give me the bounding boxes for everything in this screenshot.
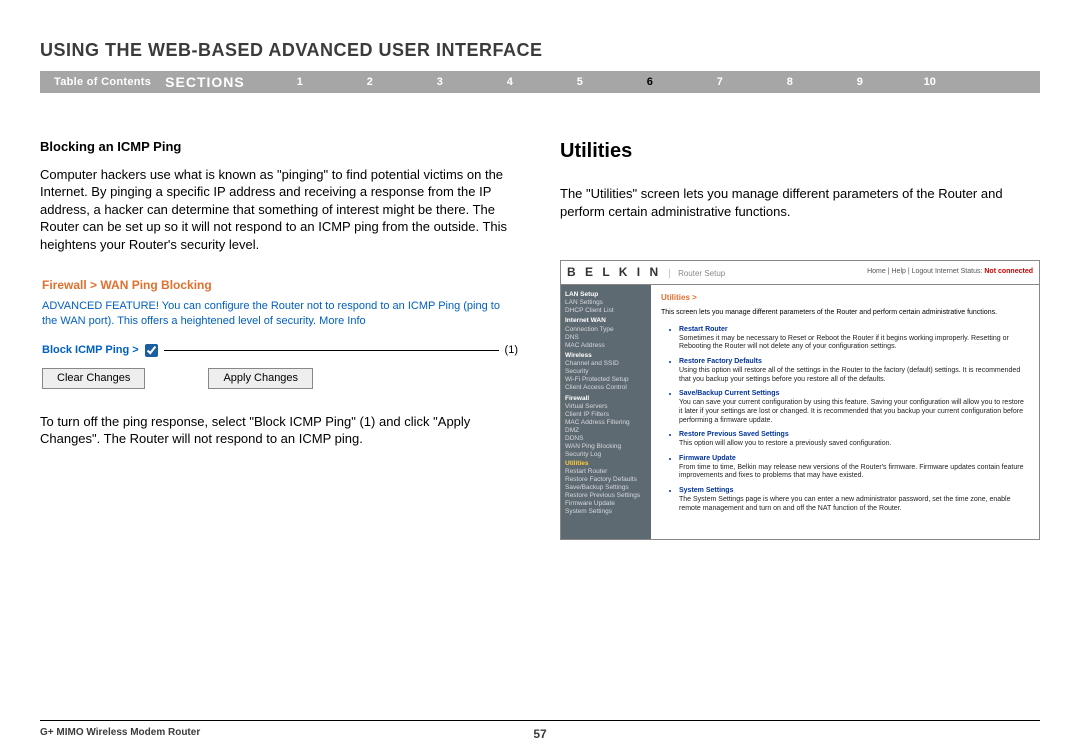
belkin-logo: B E L K I N [567,265,661,279]
page-footer: G+ MIMO Wireless Modem Router 57 [40,720,1040,738]
utility-item-desc: Using this option will restore all of th… [679,367,1029,385]
belkin-top-links[interactable]: Home | Help | Logout Internet Status: No… [867,268,1033,277]
sidebar-item[interactable]: MAC Address Filtering [565,419,647,427]
utility-item-title[interactable]: Restart Router [679,326,1029,335]
sidebar-item[interactable]: Client IP Filters [565,411,647,419]
utility-item-desc: This option will allow you to restore a … [679,440,1029,449]
firewall-breadcrumb: Firewall > WAN Ping Blocking [42,277,518,293]
right-column: Utilities The "Utilities" screen lets yo… [560,138,1040,540]
sidebar-item[interactable]: Firmware Update [565,500,647,508]
sidebar-item[interactable]: LAN Setup [565,291,647,299]
sidebar-item[interactable]: Internet WAN [565,317,647,325]
sidebar-item[interactable]: Restore Previous Settings [565,492,647,500]
sidebar-item[interactable]: DHCP Client List [565,307,647,315]
toc-link[interactable]: Table of Contents [40,76,165,88]
section-6[interactable]: 6 [615,76,685,88]
sidebar-item[interactable]: Restart Router [565,468,647,476]
sections-bar: Table of Contents SECTIONS 1 2 3 4 5 6 7… [40,71,1040,93]
utility-item-desc: Sometimes it may be necessary to Reset o… [679,335,1029,353]
belkin-status: Not connected [984,268,1033,275]
sidebar-item[interactable]: System Settings [565,508,647,516]
sidebar-item[interactable]: WAN Ping Blocking [565,443,647,451]
sidebar-item[interactable]: Client Access Control [565,384,647,392]
belkin-main: Utilities > This screen lets you manage … [651,285,1039,539]
utility-item-desc: You can save your current configuration … [679,399,1029,425]
utilities-heading: Utilities [560,138,1040,165]
annotation-1: (1) [505,343,518,358]
section-4[interactable]: 4 [475,76,545,88]
belkin-intro: This screen lets you manage different pa… [661,309,1029,318]
page-title: USING THE WEB-BASED ADVANCED USER INTERF… [40,40,1040,61]
left-column: Blocking an ICMP Ping Computer hackers u… [40,138,520,540]
utility-item-title[interactable]: Restore Factory Defaults [679,358,1029,367]
sidebar-item[interactable]: DDNS [565,435,647,443]
sidebar-item[interactable]: Channel and SSID [565,360,647,368]
block-icmp-checkbox[interactable] [145,344,158,357]
sidebar-item[interactable]: LAN Settings [565,299,647,307]
belkin-router-setup: Router Setup [669,269,725,278]
sections-label: SECTIONS [165,74,265,90]
utility-item-title[interactable]: Firmware Update [679,455,1029,464]
sidebar-item[interactable]: Wireless [565,352,647,360]
utility-item-title[interactable]: Restore Previous Saved Settings [679,431,1029,440]
section-2[interactable]: 2 [335,76,405,88]
sidebar-item[interactable]: Virtual Servers [565,403,647,411]
sidebar-item[interactable]: Save/Backup Settings [565,484,647,492]
sidebar-item[interactable]: DMZ [565,427,647,435]
utility-item: Firmware UpdateFrom time to time, Belkin… [671,455,1029,481]
firewall-desc: ADVANCED FEATURE! You can configure the … [42,299,518,329]
utility-item-title[interactable]: System Settings [679,487,1029,496]
firewall-box: Firewall > WAN Ping Blocking ADVANCED FE… [40,267,520,399]
section-10[interactable]: 10 [895,76,965,88]
sidebar-item[interactable]: DNS [565,334,647,342]
utility-item-title[interactable]: Save/Backup Current Settings [679,390,1029,399]
sidebar-item[interactable]: Utilities [565,460,647,468]
utility-item: Restart RouterSometimes it may be necess… [671,326,1029,352]
apply-changes-button[interactable]: Apply Changes [208,368,313,389]
annotation-line [164,350,499,351]
utility-item-desc: From time to time, Belkin may release ne… [679,464,1029,482]
left-para-2: To turn off the ping response, select "B… [40,413,520,448]
belkin-breadcrumb: Utilities > [661,293,1029,303]
belkin-sidebar: LAN SetupLAN SettingsDHCP Client List Int… [561,285,651,539]
sidebar-item[interactable]: Restore Factory Defaults [565,476,647,484]
sidebar-item[interactable]: Security [565,368,647,376]
belkin-screenshot: B E L K I N Router Setup Home | Help | L… [560,260,1040,540]
footer-model: G+ MIMO Wireless Modem Router [40,727,200,738]
section-3[interactable]: 3 [405,76,475,88]
utility-item: Restore Factory DefaultsUsing this optio… [671,358,1029,384]
left-heading: Blocking an ICMP Ping [40,138,520,156]
left-para-1: Computer hackers use what is known as "p… [40,166,520,254]
page-number: 57 [533,727,546,741]
utility-item-desc: The System Settings page is where you ca… [679,496,1029,514]
clear-changes-button[interactable]: Clear Changes [42,368,145,389]
utility-item: Restore Previous Saved SettingsThis opti… [671,431,1029,449]
belkin-header: B E L K I N Router Setup Home | Help | L… [561,261,1039,285]
block-icmp-label: Block ICMP Ping > [42,343,139,358]
section-9[interactable]: 9 [825,76,895,88]
sidebar-item[interactable]: Security Log [565,451,647,459]
section-7[interactable]: 7 [685,76,755,88]
sidebar-item[interactable]: MAC Address [565,342,647,350]
section-1[interactable]: 1 [265,76,335,88]
utilities-para: The "Utilities" screen lets you manage d… [560,185,1040,220]
utility-item: Save/Backup Current SettingsYou can save… [671,390,1029,425]
section-8[interactable]: 8 [755,76,825,88]
section-5[interactable]: 5 [545,76,615,88]
sidebar-item[interactable]: Wi-Fi Protected Setup [565,376,647,384]
sidebar-item[interactable]: Connection Type [565,326,647,334]
sidebar-item[interactable]: Firewall [565,395,647,403]
utility-item: System SettingsThe System Settings page … [671,487,1029,513]
